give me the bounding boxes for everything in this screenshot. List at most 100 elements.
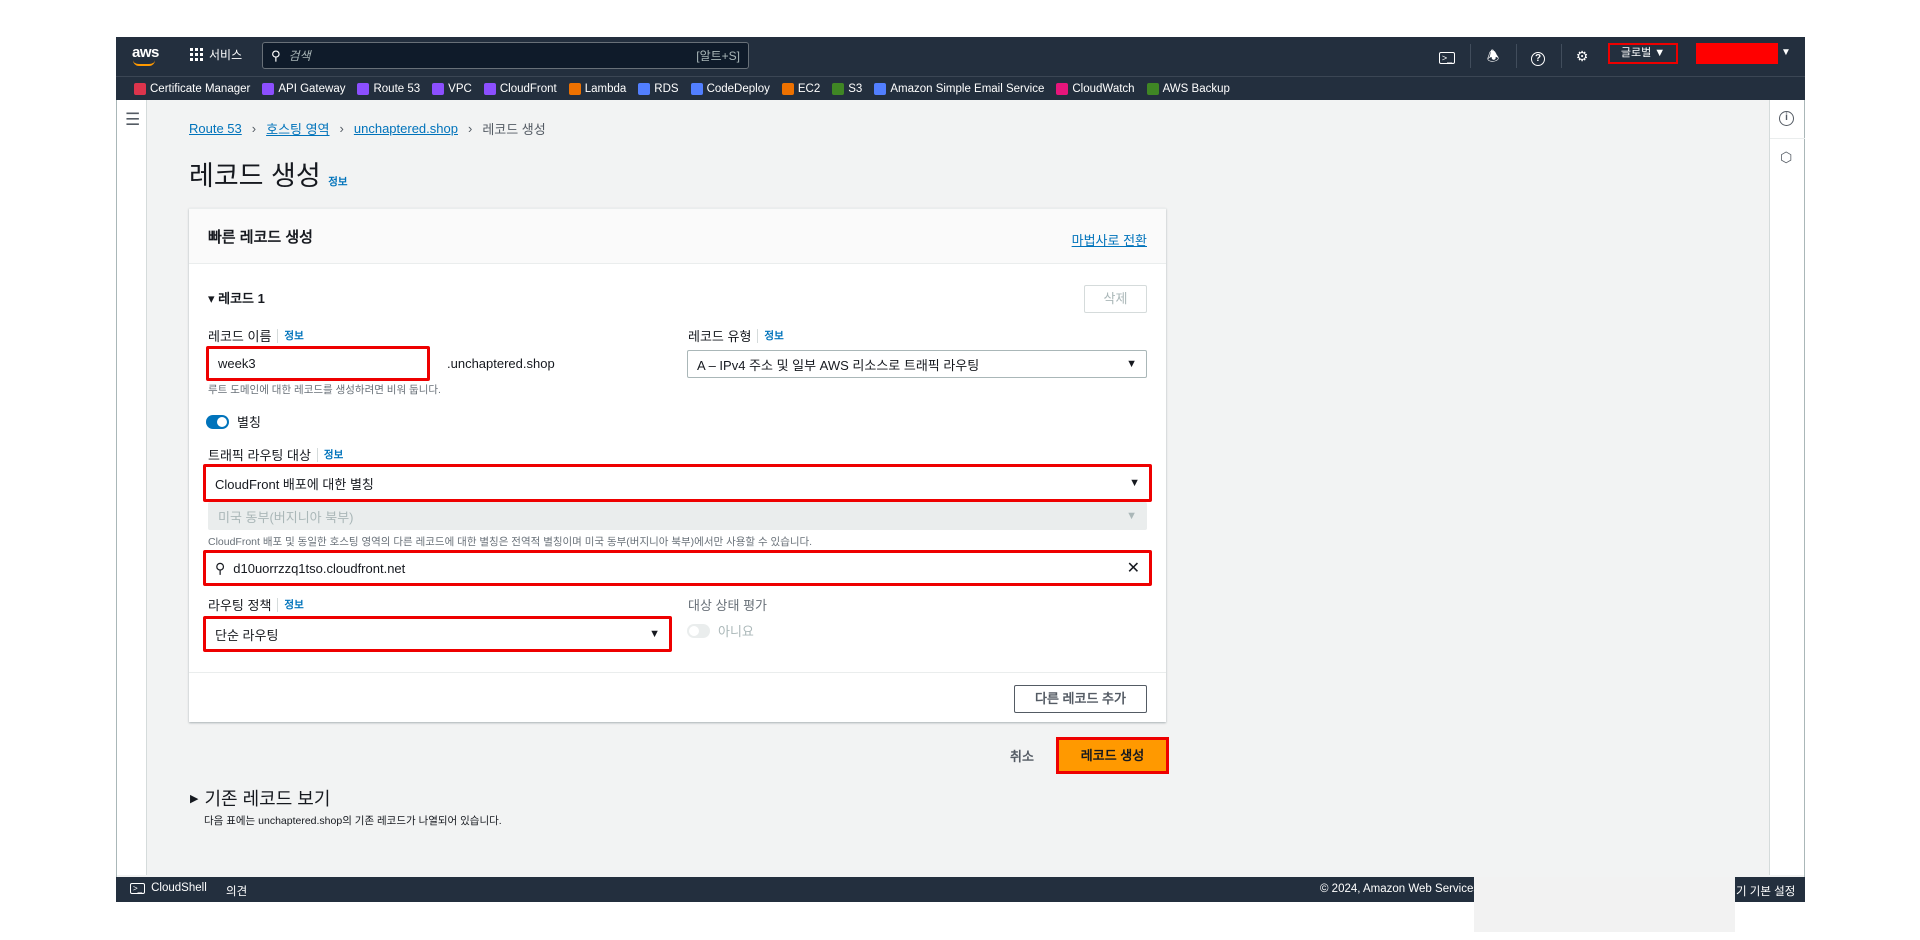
delete-button[interactable]: 삭제 <box>1084 285 1147 313</box>
cloudshell-icon[interactable]: >_ <box>1437 46 1457 66</box>
cancel-button[interactable]: 취소 <box>1010 746 1034 765</box>
favorite-cloudwatch[interactable]: CloudWatch <box>1056 82 1135 95</box>
gear-icon[interactable]: ⚙ <box>1572 46 1592 66</box>
caret-down-icon: ▼ <box>1126 358 1137 370</box>
caret-down-icon: ▼ <box>649 628 660 640</box>
region-hint: CloudFront 배포 및 동일한 호스팅 영역의 다른 레코드에 대한 별… <box>208 536 813 548</box>
existing-records-desc: 다음 표에는 unchaptered.shop의 기존 레코드가 나열되어 있습… <box>204 815 502 827</box>
alias-toggle[interactable]: 별칭 <box>206 412 261 431</box>
divider <box>1470 44 1471 68</box>
routing-policy-label: 라우팅 정책 정보 <box>208 597 304 613</box>
breadcrumb-route53[interactable]: Route 53 <box>189 121 242 136</box>
caret-right-icon: ▶ <box>190 792 199 805</box>
cloudshell-button[interactable]: >_ CloudShell <box>130 882 207 894</box>
chevron-right-icon: › <box>339 121 344 136</box>
service-icon <box>357 82 370 95</box>
service-icon <box>638 82 651 95</box>
distribution-search-input[interactable]: ⚲ d10uorrzzq1tso.cloudfront.net ✕ <box>203 550 1152 586</box>
cookie-preferences-link[interactable]: 기 기본 설정 <box>1736 883 1795 899</box>
favorite-label: EC2 <box>797 82 821 95</box>
service-icon <box>134 82 146 95</box>
tools-panel: i ⬡ <box>1769 100 1805 875</box>
page-title: 레코드 생성 정보 <box>189 161 348 191</box>
feedback-link[interactable]: 의견 <box>226 883 247 899</box>
info-link[interactable]: 정보 <box>284 328 303 343</box>
record-1-toggle[interactable]: ▾ 레코드 1 <box>208 288 265 307</box>
hexagon-icon[interactable]: ⬡ <box>1780 149 1792 166</box>
info-link[interactable]: 정보 <box>284 597 303 612</box>
favorite-label: Certificate Manager <box>150 82 251 95</box>
create-records-button[interactable]: 레코드 생성 <box>1056 737 1169 774</box>
divider <box>1516 44 1517 68</box>
grid-icon <box>190 48 203 61</box>
breadcrumb-current: 레코드 생성 <box>482 122 546 137</box>
hamburger-menu-icon[interactable]: ☰ <box>125 110 140 130</box>
clear-icon[interactable]: ✕ <box>1127 558 1140 578</box>
chevron-right-icon: › <box>467 121 473 136</box>
record-name-label: 레코드 이름 정보 <box>208 328 304 344</box>
add-record-button[interactable]: 다른 레코드 추가 <box>1014 685 1147 713</box>
favorite-label: Lambda <box>584 82 627 95</box>
services-menu[interactable]: 서비스 <box>190 46 242 63</box>
health-eval-label: 대상 상태 평가 <box>688 598 767 613</box>
favorite-ec2[interactable]: EC2 <box>781 82 821 95</box>
bell-icon[interactable]: 🕭 <box>1483 46 1503 66</box>
info-link[interactable]: 정보 <box>328 176 347 188</box>
service-icon <box>690 82 703 95</box>
service-icon <box>432 82 445 95</box>
favorite-label: S3 <box>848 82 863 95</box>
help-icon[interactable]: ? <box>1528 46 1548 66</box>
toggle-switch <box>687 623 710 638</box>
service-icon <box>832 82 845 95</box>
search-icon: ⚲ <box>271 47 281 63</box>
favorite-rds[interactable]: RDS <box>638 82 679 95</box>
routing-policy-select[interactable]: 단순 라우팅 ▼ <box>203 616 672 652</box>
record-type-label: 레코드 유형 정보 <box>688 328 784 344</box>
caret-down-icon[interactable]: ▼ <box>1781 47 1791 58</box>
favorite-amazon-simple-email-service[interactable]: Amazon Simple Email Service <box>874 82 1044 95</box>
redaction-overlay <box>1474 877 1735 932</box>
favorites-bar: Certificate Manager API Gateway Route 53 VP… <box>116 76 1805 100</box>
favorite-cloudfront[interactable]: CloudFront <box>483 82 557 95</box>
services-label: 서비스 <box>209 48 243 62</box>
toggle-switch[interactable] <box>206 414 229 429</box>
favorite-s3[interactable]: S3 <box>832 82 863 95</box>
favorite-route-53[interactable]: Route 53 <box>357 82 421 95</box>
route-target-select[interactable]: CloudFront 배포에 대한 별칭 ▼ <box>203 464 1152 502</box>
region-selector[interactable]: 글로벌 ▼ <box>1608 43 1678 64</box>
card-title: 빠른 레코드 생성 <box>208 229 313 246</box>
info-link[interactable]: 정보 <box>324 447 343 462</box>
favorite-label: API Gateway <box>278 82 346 95</box>
favorite-api-gateway[interactable]: API Gateway <box>262 82 346 95</box>
favorite-vpc[interactable]: VPC <box>432 82 472 95</box>
region-select-disabled: 미국 동부(버지니아 북부) ▼ <box>208 502 1147 530</box>
quick-create-card: 빠른 레코드 생성 마법사로 전환 ▾ 레코드 1 삭제 레코드 이름 정보 we… <box>189 208 1166 722</box>
favorite-label: RDS <box>654 82 679 95</box>
favorite-label: Route 53 <box>373 82 421 95</box>
search-input[interactable]: ⚲ 검색 [알트+S] <box>262 42 749 69</box>
aws-logo-smile <box>133 60 155 66</box>
breadcrumb-domain[interactable]: unchaptered.shop <box>354 121 458 136</box>
view-existing-records-toggle[interactable]: ▶ 기존 레코드 보기 <box>190 785 330 811</box>
record-name-input[interactable]: week3 <box>206 346 430 381</box>
favorite-label: VPC <box>448 82 472 95</box>
service-icon <box>1146 82 1159 95</box>
side-navigation: ☰ <box>117 100 147 875</box>
breadcrumb-hosted-zones[interactable]: 호스팅 영역 <box>266 119 329 138</box>
divider <box>1561 44 1562 68</box>
account-menu-redacted[interactable] <box>1696 43 1778 64</box>
aws-logo[interactable]: aws <box>132 44 159 61</box>
cloudshell-icon: >_ <box>130 882 146 894</box>
record-type-select[interactable]: A – IPv4 주소 및 일부 AWS 리소스로 트래픽 라우팅 ▼ <box>687 350 1147 378</box>
info-icon[interactable]: i <box>1779 111 1794 126</box>
favorite-certificate-manager[interactable]: Certificate Manager <box>134 82 251 95</box>
info-link[interactable]: 정보 <box>764 328 783 343</box>
favorite-lambda[interactable]: Lambda <box>568 82 627 95</box>
caret-down-icon: ▼ <box>1126 510 1137 522</box>
divider <box>189 672 1166 673</box>
favorite-codedeploy[interactable]: CodeDeploy <box>690 82 770 95</box>
favorite-aws-backup[interactable]: AWS Backup <box>1146 82 1230 95</box>
switch-to-wizard-link[interactable]: 마법사로 전환 <box>1072 230 1147 249</box>
copyright: © 2024, Amazon Web Services, <box>1320 883 1483 895</box>
health-eval-toggle: 아니요 <box>687 621 754 640</box>
